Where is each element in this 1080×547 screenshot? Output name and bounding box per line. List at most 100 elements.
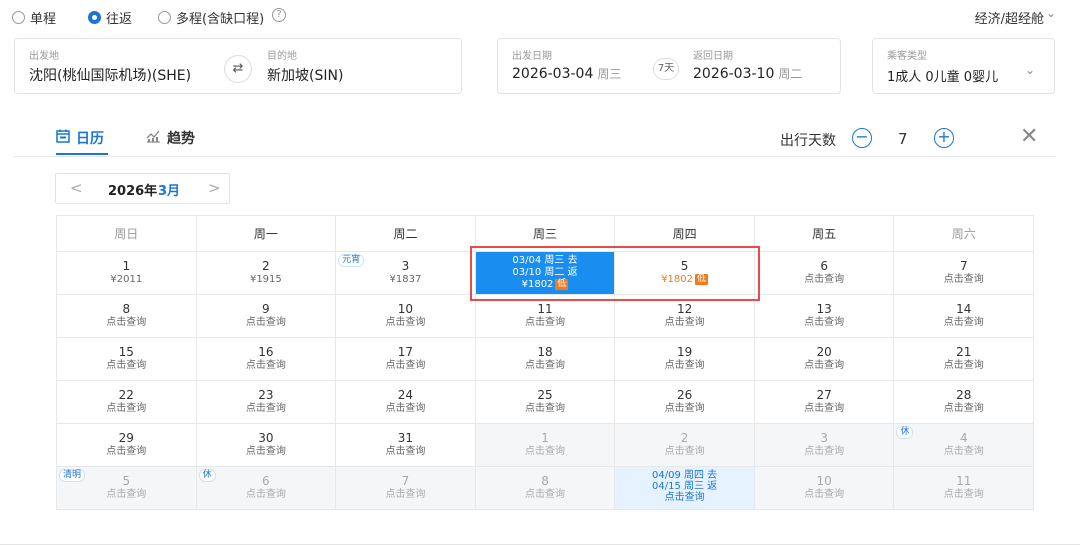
return-date-input[interactable]: 2026-03-10 周二 bbox=[693, 65, 802, 82]
trip-type-label: 单程 bbox=[30, 12, 57, 27]
calendar-day-cell[interactable]: 27 点击查询 bbox=[754, 381, 895, 424]
calendar-day-cell[interactable]: 16 点击查询 bbox=[196, 338, 337, 381]
radio-icon[interactable] bbox=[12, 11, 25, 24]
calendar-day-cell[interactable]: 23 点击查询 bbox=[196, 381, 337, 424]
calendar-day-cell[interactable]: 17 点击查询 bbox=[336, 338, 476, 381]
swap-icon[interactable]: ⇄ bbox=[224, 55, 252, 83]
day-price-text: 点击查询 bbox=[245, 403, 286, 414]
day-price: 点击查询 bbox=[57, 402, 196, 415]
cabin-select[interactable]: 经济/超经舱 bbox=[975, 8, 1044, 27]
day-number: 1 bbox=[541, 431, 549, 445]
next-month-button[interactable]: > bbox=[208, 179, 221, 197]
calendar-day-cell[interactable]: 24 点击查询 bbox=[336, 381, 476, 424]
day-price: 点击查询 bbox=[336, 316, 475, 329]
day-number: 12 bbox=[676, 302, 693, 316]
day-number: 3 bbox=[820, 431, 828, 445]
calendar-day-cell[interactable]: 22 点击查询 bbox=[57, 381, 197, 424]
day-price-text: 点击查询 bbox=[245, 360, 286, 371]
day-price: ¥1837 bbox=[336, 273, 475, 286]
day-price-text: 点击查询 bbox=[804, 274, 845, 285]
day-price: 点击查询 bbox=[476, 488, 615, 501]
calendar-day-cell[interactable]: 7 点击查询 bbox=[336, 467, 476, 510]
day-price: 点击查询 bbox=[197, 359, 336, 372]
to-label: 目的地 bbox=[267, 51, 297, 62]
chevron-down-icon[interactable]: ⌄ bbox=[1025, 63, 1035, 77]
day-line-text: 04/09 周四 去 bbox=[652, 470, 718, 481]
calendar-day-cell[interactable]: 11 点击查询 bbox=[475, 295, 616, 338]
day-price: 点击查询 bbox=[336, 402, 475, 415]
minus-button[interactable]: − bbox=[852, 128, 872, 148]
day-number: 19 bbox=[676, 345, 693, 359]
month-label: 3月 bbox=[158, 184, 181, 199]
day-number: 23 bbox=[258, 388, 274, 402]
tab-trend[interactable]: 趋势 bbox=[146, 128, 195, 148]
holiday-tag: 休 bbox=[896, 426, 914, 439]
calendar-day-cell[interactable]: 3 点击查询 bbox=[754, 424, 895, 467]
calendar-day-cell[interactable]: 9 点击查询 bbox=[196, 295, 337, 338]
radio-icon[interactable] bbox=[158, 11, 171, 24]
trip-type-roundtrip[interactable]: 往返 bbox=[88, 8, 132, 27]
calendar-day-cell[interactable]: 21 点击查询 bbox=[894, 338, 1035, 381]
day-price-text: 点击查询 bbox=[525, 360, 566, 371]
year-label: 2026年 bbox=[108, 184, 158, 199]
day-price: 点击查询 bbox=[57, 488, 196, 501]
holiday-tag: 清明 bbox=[59, 469, 86, 482]
day-price: 点击查询 bbox=[894, 445, 1033, 458]
tab-calendar[interactable]: 日历 bbox=[56, 128, 104, 148]
weekday-header: 周六 bbox=[894, 216, 1035, 252]
day-price: 点击查询 bbox=[336, 488, 475, 501]
calendar-day-cell[interactable]: 25 点击查询 bbox=[475, 381, 616, 424]
calendar-day-cell[interactable]: 18 点击查询 bbox=[475, 338, 616, 381]
calendar-day-cell[interactable]: 12 点击查询 bbox=[615, 295, 755, 338]
day-price-text: 点击查询 bbox=[106, 360, 147, 371]
day-price-text: 点击查询 bbox=[385, 446, 426, 457]
prev-month-button[interactable]: < bbox=[70, 179, 83, 197]
calendar-day-cell[interactable]: 28 点击查询 bbox=[894, 381, 1035, 424]
calendar-day-cell[interactable]: 3 ¥1837 元宵 bbox=[336, 252, 476, 295]
radio-selected-icon[interactable] bbox=[88, 11, 101, 24]
day-price-text: 点击查询 bbox=[525, 317, 566, 328]
day-price: 点击查询 bbox=[755, 359, 894, 372]
close-icon[interactable]: ✕ bbox=[1020, 124, 1038, 150]
calendar-day-cell[interactable]: 29 点击查询 bbox=[57, 424, 197, 467]
day-price-text: 点击查询 bbox=[525, 446, 566, 457]
calendar-day-cell[interactable]: 4 点击查询 休 bbox=[894, 424, 1035, 467]
help-icon[interactable]: ? bbox=[272, 8, 286, 22]
calendar-day-cell[interactable]: 30 点击查询 bbox=[196, 424, 337, 467]
calendar-day-cell[interactable]: 20 点击查询 bbox=[754, 338, 895, 381]
calendar-day-cell[interactable]: 8 点击查询 bbox=[57, 295, 197, 338]
calendar-day-cell[interactable]: 26 点击查询 bbox=[615, 381, 755, 424]
calendar-day-cell[interactable]: 10 点击查询 bbox=[754, 467, 895, 510]
plus-button[interactable]: + bbox=[934, 128, 954, 148]
depart-date-input[interactable]: 2026-03-04 周三 bbox=[512, 65, 621, 82]
passenger-box[interactable]: 乘客类型 1成人 0儿童 0婴儿 ⌄ bbox=[872, 38, 1055, 94]
calendar-day-cell[interactable]: 1 点击查询 bbox=[475, 424, 616, 467]
calendar-day-cell[interactable]: 19 点击查询 bbox=[615, 338, 755, 381]
calendar-day-cell[interactable]: 14 点击查询 bbox=[894, 295, 1035, 338]
calendar-day-cell[interactable]: 2 ¥1915 bbox=[196, 252, 337, 295]
day-price-text: 点击查询 bbox=[245, 489, 286, 500]
trip-type-multi[interactable]: 多程(含缺口程) bbox=[158, 8, 264, 27]
calendar-day-cell[interactable]: 6 点击查询 休 bbox=[196, 467, 337, 510]
calendar-day-cell[interactable]: 6 点击查询 bbox=[754, 252, 895, 295]
day-price-text: 点击查询 bbox=[245, 317, 286, 328]
trip-type-oneway[interactable]: 单程 bbox=[12, 8, 56, 27]
calendar-day-cell[interactable]: 31 点击查询 bbox=[336, 424, 476, 467]
calendar-day-cell[interactable]: 13 点击查询 bbox=[754, 295, 895, 338]
trip-days-badge: 7天 bbox=[653, 58, 679, 80]
calendar-day-cell[interactable]: 7 点击查询 bbox=[894, 252, 1035, 295]
day-price-text: 点击查询 bbox=[943, 317, 984, 328]
calendar-day-cell[interactable]: 15 点击查询 bbox=[57, 338, 197, 381]
calendar-day-cell[interactable]: 04/09 周四 去 04/15 周三 返点击查询 bbox=[615, 467, 755, 510]
calendar-day-cell[interactable]: 10 点击查询 bbox=[336, 295, 476, 338]
to-input[interactable]: 新加坡(SIN) bbox=[267, 65, 343, 85]
calendar-day-cell[interactable]: 11 点击查询 bbox=[894, 467, 1035, 510]
day-number: 18 bbox=[537, 345, 553, 359]
calendar-day-cell[interactable]: 5 点击查询 清明 bbox=[57, 467, 197, 510]
calendar-day-cell[interactable]: 8 点击查询 bbox=[475, 467, 616, 510]
trend-chart-icon bbox=[146, 129, 161, 147]
calendar-day-cell[interactable]: 1 ¥2011 bbox=[57, 252, 197, 295]
calendar-day-cell[interactable]: 2 点击查询 bbox=[615, 424, 755, 467]
from-input[interactable]: 沈阳(桃仙国际机场)(SHE) bbox=[29, 65, 191, 85]
chevron-down-icon[interactable]: ⌄ bbox=[1046, 6, 1056, 20]
